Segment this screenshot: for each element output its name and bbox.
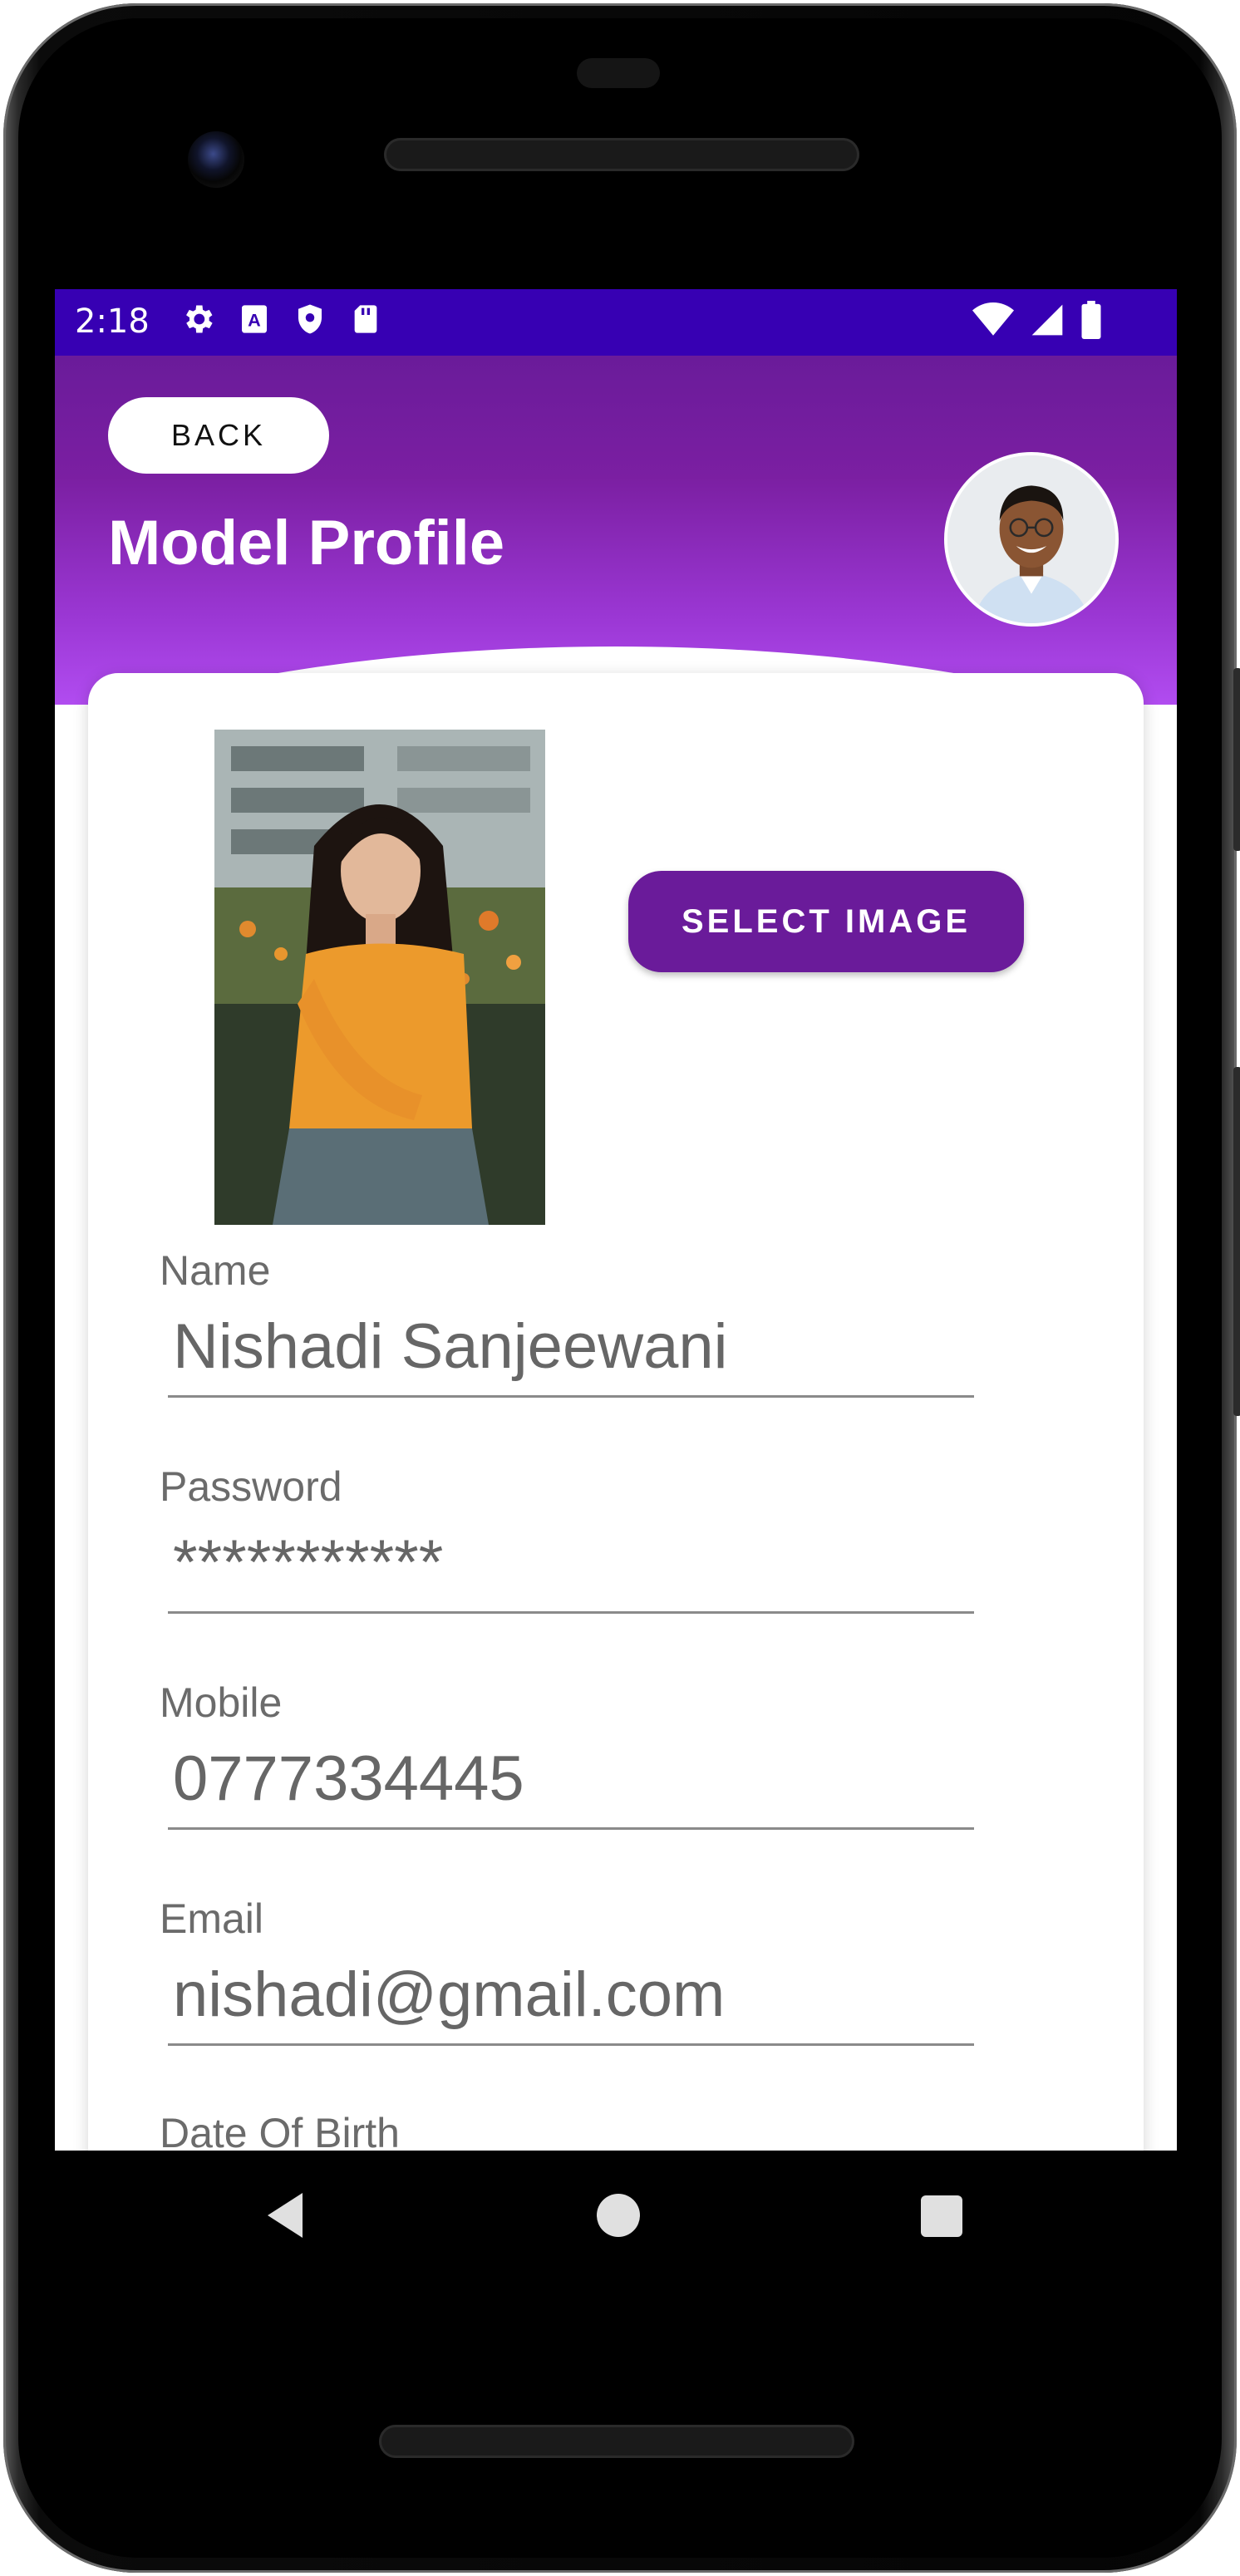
model-photo bbox=[214, 730, 545, 1225]
status-icons-left: A bbox=[180, 301, 382, 337]
avatar[interactable] bbox=[944, 452, 1119, 627]
select-image-button[interactable]: SELECT IMAGE bbox=[628, 871, 1024, 972]
back-button[interactable]: BACK bbox=[108, 397, 329, 474]
battery-icon bbox=[1081, 301, 1101, 339]
status-bar: 2:18 A bbox=[55, 289, 1177, 356]
password-label: Password bbox=[160, 1463, 342, 1510]
gear-icon bbox=[186, 305, 213, 333]
nav-back-icon[interactable] bbox=[263, 2190, 308, 2240]
power-button bbox=[1233, 668, 1240, 851]
app-screen: 2:18 A BACK Model Profile SELECT IMAGE N… bbox=[55, 289, 1177, 2151]
status-time: 2:18 bbox=[75, 302, 150, 341]
top-speaker bbox=[384, 138, 859, 171]
name-input[interactable] bbox=[168, 1298, 974, 1398]
dob-label: Date Of Birth bbox=[160, 2110, 400, 2151]
front-camera bbox=[188, 131, 244, 188]
shield-icon bbox=[298, 304, 322, 334]
model-photo-image bbox=[214, 730, 545, 1225]
navigation-bar bbox=[55, 2151, 1177, 2292]
a-icon: A bbox=[242, 305, 267, 333]
avatar-image bbox=[947, 455, 1115, 623]
volume-button bbox=[1233, 1067, 1240, 1416]
email-label: Email bbox=[160, 1895, 264, 1942]
password-input[interactable] bbox=[168, 1514, 974, 1614]
signal-icon bbox=[1031, 304, 1063, 336]
bottom-speaker bbox=[379, 2425, 854, 2458]
email-input[interactable] bbox=[168, 1946, 974, 2046]
sd-card-icon bbox=[354, 305, 377, 333]
nav-recents-icon[interactable] bbox=[921, 2195, 962, 2237]
name-label: Name bbox=[160, 1247, 271, 1294]
nav-home-icon[interactable] bbox=[597, 2194, 640, 2237]
mobile-label: Mobile bbox=[160, 1679, 283, 1726]
status-icons-right bbox=[972, 301, 1102, 339]
earpiece bbox=[577, 58, 660, 88]
wifi-icon bbox=[972, 302, 1014, 336]
svg-text:A: A bbox=[248, 309, 261, 330]
page-title: Model Profile bbox=[108, 508, 505, 578]
mobile-input[interactable] bbox=[168, 1730, 974, 1830]
profile-card: SELECT IMAGE Name Password Mobile Email … bbox=[88, 673, 1144, 2151]
